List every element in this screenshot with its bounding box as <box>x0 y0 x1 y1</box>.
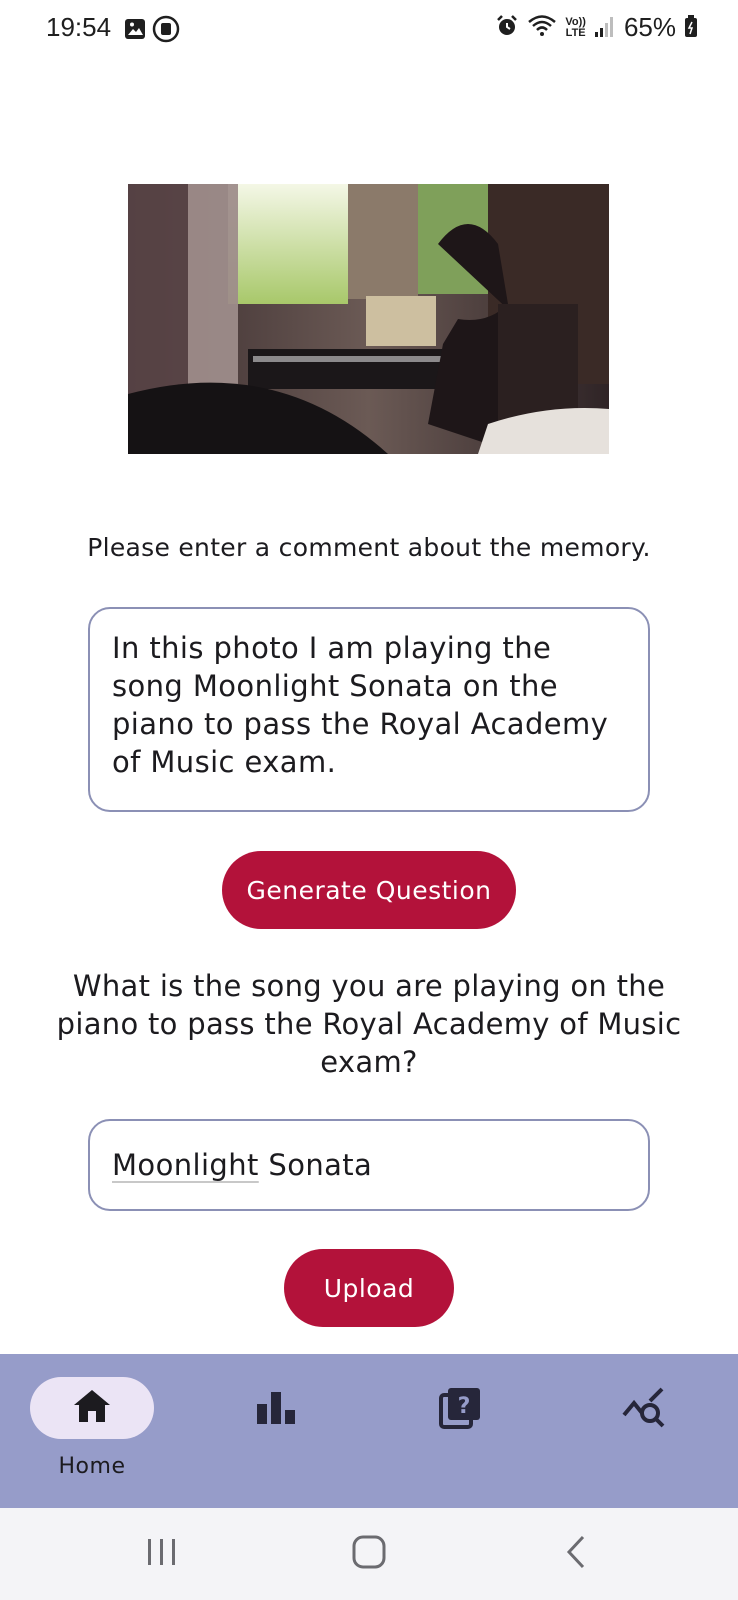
answer-word-rest: Sonata <box>258 1148 373 1182</box>
answer-field[interactable]: Moonlight Sonata <box>88 1119 650 1211</box>
recent-apps-button[interactable] <box>102 1508 222 1600</box>
nav-item-home[interactable]: Home <box>0 1354 184 1508</box>
status-time: 19:54 <box>46 12 112 42</box>
comment-prompt: Please enter a comment about the memory. <box>87 533 651 562</box>
memory-photo <box>128 184 609 454</box>
comment-field[interactable]: In this photo I am playing the song Moon… <box>88 607 650 812</box>
system-navigation-bar <box>0 1508 738 1600</box>
nav-item-insights[interactable] <box>552 1354 736 1508</box>
gallery-icon <box>124 18 146 44</box>
battery-percent: 65% <box>623 12 676 42</box>
alarm-icon <box>495 14 519 42</box>
nav-item-stats[interactable] <box>184 1354 368 1508</box>
screen-record-icon <box>152 15 180 47</box>
home-circle-icon <box>352 1535 386 1573</box>
back-chevron-icon <box>564 1534 588 1574</box>
bottom-navigation: Home ? <box>0 1354 738 1508</box>
bar-chart-icon <box>255 1390 297 1426</box>
signal-icon <box>594 14 616 42</box>
battery-icon <box>684 14 698 42</box>
nav-item-home-label: Home <box>58 1454 126 1479</box>
answer-field-value[interactable]: Moonlight Sonata <box>112 1148 372 1182</box>
generated-question: What is the song you are playing on the … <box>56 969 682 1079</box>
recent-apps-icon <box>145 1536 179 1572</box>
back-button[interactable] <box>516 1508 636 1600</box>
upload-button[interactable]: Upload <box>284 1249 454 1327</box>
generate-question-button[interactable]: Generate Question <box>222 851 516 929</box>
nav-item-quiz[interactable]: ? <box>368 1354 552 1508</box>
comment-field-value[interactable]: In this photo I am playing the song Moon… <box>112 629 626 781</box>
answer-word-underlined: Moonlight <box>112 1148 259 1182</box>
status-icons-left <box>124 15 180 47</box>
volte-icon: Vo)) LTE <box>565 15 586 39</box>
svg-text:?: ? <box>458 1394 471 1419</box>
home-icon <box>72 1388 112 1428</box>
quiz-icon: ? <box>439 1387 481 1429</box>
wifi-icon <box>527 14 557 42</box>
status-icons-right: Vo)) LTE 65% <box>495 12 698 43</box>
home-system-button[interactable] <box>309 1508 429 1600</box>
query-stats-icon <box>622 1387 666 1429</box>
status-bar: 19:54 Vo)) LTE 65% <box>0 0 738 58</box>
nav-active-indicator <box>30 1377 154 1439</box>
